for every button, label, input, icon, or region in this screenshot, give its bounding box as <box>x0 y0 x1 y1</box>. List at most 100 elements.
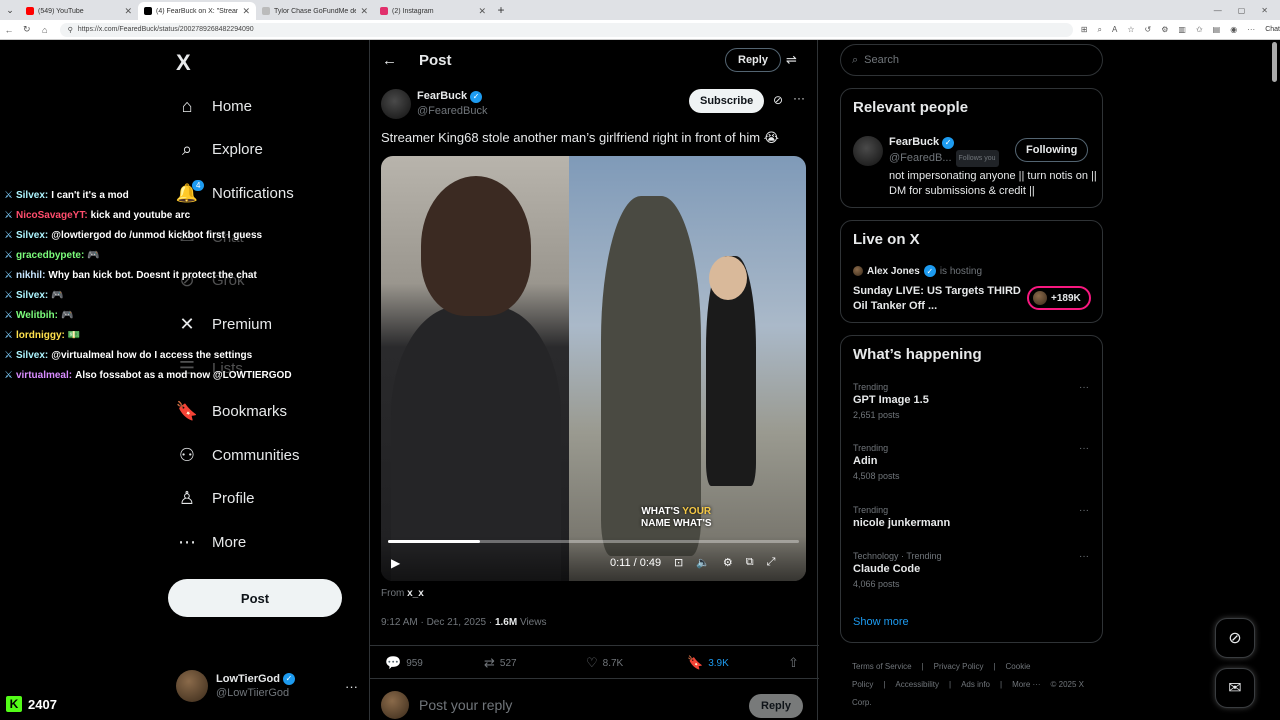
video-progress-bar[interactable] <box>388 540 799 543</box>
host-name[interactable]: Alex Jones <box>867 266 920 277</box>
more-dots-icon[interactable]: ··· <box>1079 382 1089 393</box>
person-handle[interactable]: @FearedB... <box>889 151 952 166</box>
home-icon: ⌂ <box>181 95 193 116</box>
person-name[interactable]: FearBuck ✓ <box>889 135 999 150</box>
back-icon[interactable]: ← <box>0 25 18 35</box>
nav-item-bookmarks[interactable]: 🔖 Bookmarks <box>176 396 287 426</box>
settings-gear-icon[interactable]: ⚙ <box>723 556 733 569</box>
read-aloud-icon[interactable]: A <box>1112 25 1117 35</box>
trend-item[interactable]: Trending nicole junkermann ··· <box>853 505 1093 529</box>
subscribe-button[interactable]: Subscribe <box>689 89 765 113</box>
share-action[interactable]: ⇧ <box>788 655 799 671</box>
tab-title: (2) Instagram <box>392 7 434 15</box>
apps-icon[interactable]: ⊞ <box>1081 25 1088 35</box>
zoom-icon[interactable]: ⌕ <box>1098 25 1102 35</box>
copilot-chat-button[interactable]: Chat <box>1265 26 1280 33</box>
browser-tab[interactable]: Tylor Chase GoFundMe deleted a... ✕ <box>256 2 374 20</box>
site-info-icon[interactable]: ⚲ <box>68 26 73 34</box>
more-dots-icon[interactable]: ··· <box>1079 443 1089 454</box>
reply-submit-button[interactable]: Reply <box>749 694 803 718</box>
author-handle[interactable]: @FearedBuck <box>417 104 487 119</box>
play-icon[interactable]: ▶ <box>391 556 400 570</box>
grok-float-button[interactable]: ⊘ <box>1215 618 1255 658</box>
close-icon[interactable]: ✕ <box>242 6 250 17</box>
reply-action[interactable]: 💬 959 <box>385 655 423 671</box>
footer-link[interactable]: Privacy Policy <box>934 662 984 671</box>
account-switcher[interactable]: LowTierGod ✓ @LowTiierGod ··· <box>176 668 358 704</box>
messages-float-button[interactable]: ✉ <box>1215 668 1255 708</box>
video-player[interactable]: WHAT'S YOUR NAME WHAT'S ▶ 0:11 / 0:49 ⊡ … <box>381 156 806 581</box>
post-meta: 9:12 AM · Dec 21, 2025 · 1.6M Views <box>381 617 546 628</box>
author-avatar[interactable] <box>381 89 411 119</box>
footer-link[interactable]: Ads info <box>961 680 990 689</box>
filter-sliders-icon[interactable]: ⇌ <box>786 52 797 68</box>
live-listeners-pill[interactable]: +189K <box>1027 286 1091 310</box>
favorite-star-icon[interactable]: ☆ <box>1127 25 1134 35</box>
heart-icon: ♡ <box>586 655 598 670</box>
footer-link[interactable]: Terms of Service <box>852 662 912 671</box>
show-more-link[interactable]: Show more <box>853 616 909 628</box>
new-tab-icon[interactable]: + <box>492 3 510 17</box>
more-dots-icon[interactable]: ··· <box>345 679 358 694</box>
author-name[interactable]: FearBuck ✓ <box>417 89 487 104</box>
live-title[interactable]: Sunday LIVE: US Targets THIRD Oil Tanker… <box>853 284 1023 314</box>
profile-browser-icon[interactable]: ◉ <box>1230 25 1237 35</box>
browser-tab-bar: ⌄ (549) YouTube ✕ (4) FearBuck on X: "St… <box>0 0 1280 20</box>
nav-item-profile[interactable]: ♙ Profile <box>176 483 255 513</box>
window-close-icon[interactable]: ✕ <box>1261 6 1268 15</box>
menu-dots-icon[interactable]: ··· <box>1247 25 1255 35</box>
from-user-link[interactable]: x_x <box>407 588 424 599</box>
more-dots-icon[interactable]: ··· <box>1079 551 1089 562</box>
captions-icon[interactable]: ⊡ <box>674 556 683 569</box>
collections-icon[interactable]: ▤ <box>1213 25 1221 35</box>
page-scrollbar[interactable] <box>1271 40 1278 720</box>
trend-item[interactable]: Technology · Trending Claude Code 4,066 … <box>853 551 1093 589</box>
x-logo-icon[interactable]: X <box>176 50 191 76</box>
url-field[interactable]: ⚲ https://x.com/FearedBuck/status/200278… <box>59 22 1073 37</box>
footer-divider: | <box>993 662 996 671</box>
close-icon[interactable]: ✕ <box>124 6 132 17</box>
browser-tab[interactable]: (549) YouTube ✕ <box>20 2 138 20</box>
refresh-extension-icon[interactable]: ↺ <box>1145 25 1152 35</box>
close-icon[interactable]: ✕ <box>478 6 486 17</box>
repost-action[interactable]: ⇄ 527 <box>484 655 517 671</box>
split-screen-icon[interactable]: ▥ <box>1178 25 1186 35</box>
extension-icon[interactable]: ⚙ <box>1161 25 1168 35</box>
bookmark-action[interactable]: 🔖 3.9K <box>687 655 729 671</box>
footer-link[interactable]: More ··· <box>1012 680 1040 689</box>
trend-item[interactable]: Trending Adin 4,508 posts ··· <box>853 443 1093 481</box>
back-arrow-icon[interactable]: ← <box>382 52 397 69</box>
trend-item[interactable]: Trending GPT Image 1.5 2,651 posts ··· <box>853 382 1093 420</box>
picture-in-picture-icon[interactable]: ⧉ <box>746 556 754 569</box>
grok-explain-icon[interactable]: ⊘ <box>773 93 783 107</box>
footer-link[interactable]: Accessibility <box>895 680 939 689</box>
post-button[interactable]: Post <box>168 579 342 617</box>
post-timestamp[interactable]: 9:12 AM · Dec 21, 2025 · <box>381 617 495 628</box>
following-button[interactable]: Following <box>1015 138 1089 162</box>
avatar[interactable] <box>853 136 883 166</box>
close-icon[interactable]: ✕ <box>360 6 368 17</box>
browser-tab-active[interactable]: (4) FearBuck on X: "Streamer King... ✕ <box>138 2 256 20</box>
nav-item-communities[interactable]: ⚇ Communities <box>176 440 300 470</box>
nav-item-explore[interactable]: ⌕ Explore <box>176 134 263 164</box>
search-input[interactable]: ⌕ Search <box>840 44 1103 76</box>
nav-item-more[interactable]: ⋯ More <box>176 527 246 557</box>
reply-input[interactable]: Post your reply <box>419 697 512 713</box>
browser-tab[interactable]: (2) Instagram ✕ <box>374 2 492 20</box>
verified-badge-icon: ✓ <box>942 136 955 149</box>
volume-icon[interactable]: 🔈 <box>696 556 710 569</box>
reply-header-button[interactable]: Reply <box>725 48 781 72</box>
more-dots-icon[interactable]: ··· <box>1079 505 1089 516</box>
more-dots-icon[interactable]: ··· <box>793 91 805 105</box>
scrollbar-thumb[interactable] <box>1272 42 1277 82</box>
fullscreen-icon[interactable]: ⤢ <box>767 556 776 569</box>
tab-list-chevron-icon[interactable]: ⌄ <box>0 0 20 20</box>
favorites-icon[interactable]: ✩ <box>1196 25 1203 35</box>
nav-item-home[interactable]: ⌂ Home <box>176 91 252 121</box>
home-browser-icon[interactable]: ⌂ <box>36 25 54 35</box>
like-action[interactable]: ♡ 8.7K <box>586 655 623 671</box>
maximize-icon[interactable]: ▢ <box>1238 6 1246 15</box>
reload-icon[interactable]: ↻ <box>18 24 36 35</box>
minimize-icon[interactable]: — <box>1214 6 1222 15</box>
verified-badge-icon: ✓ <box>923 265 936 277</box>
